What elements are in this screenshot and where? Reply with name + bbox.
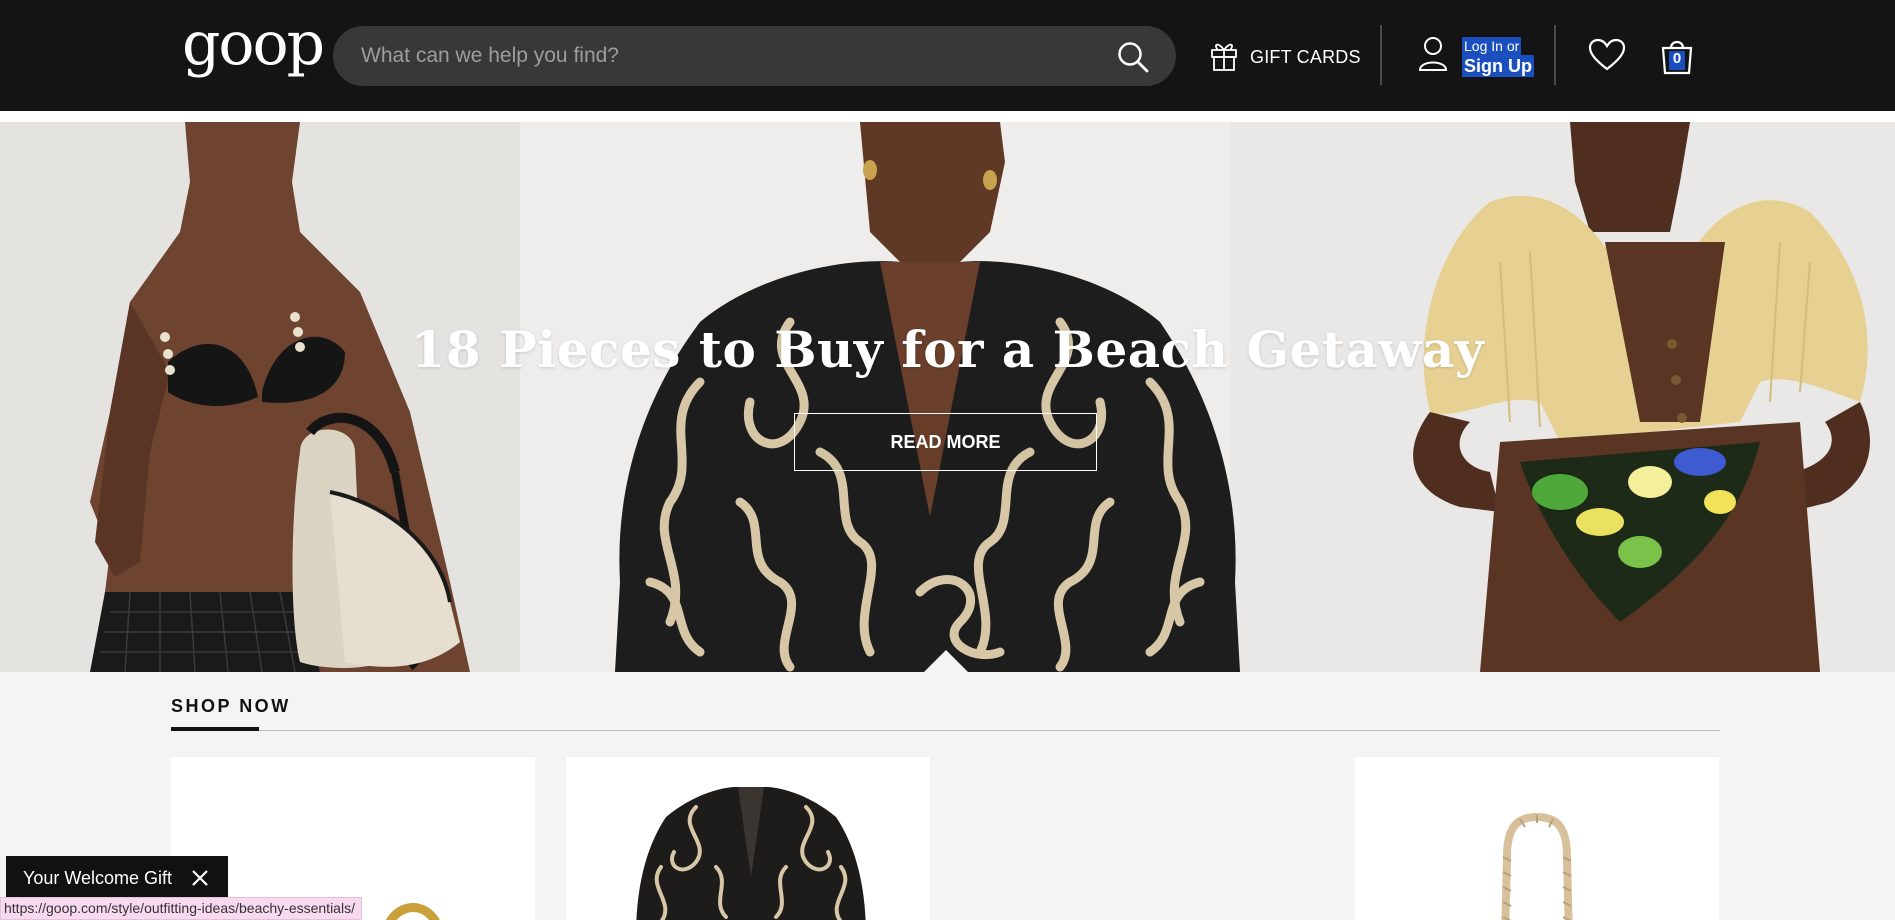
product-card[interactable] bbox=[566, 757, 930, 920]
signup-label[interactable]: Sign Up bbox=[1462, 54, 1534, 77]
product-image bbox=[1501, 812, 1573, 920]
goop-logo[interactable]: goop bbox=[182, 14, 325, 74]
heart-icon[interactable] bbox=[1588, 38, 1626, 72]
header-divider bbox=[1380, 25, 1382, 85]
user-icon bbox=[1418, 36, 1448, 77]
gift-cards-label: GIFT CARDS bbox=[1250, 46, 1361, 67]
hero-indicator bbox=[924, 650, 968, 672]
shop-heading-underline bbox=[171, 727, 259, 731]
read-more-button[interactable]: READ MORE bbox=[794, 413, 1097, 471]
product-card[interactable] bbox=[1355, 757, 1719, 920]
product-image bbox=[636, 787, 866, 920]
welcome-gift-label[interactable]: Your Welcome Gift bbox=[23, 868, 172, 889]
link-status-bar: https://goop.com/style/outfitting-ideas/… bbox=[0, 897, 362, 920]
login-label[interactable]: Log In or bbox=[1462, 36, 1522, 55]
account-text: Log In or Sign Up bbox=[1462, 36, 1534, 77]
gift-icon bbox=[1210, 39, 1238, 76]
search-icon[interactable] bbox=[1116, 40, 1150, 74]
hero-image bbox=[0, 122, 1895, 672]
site-header: goop GIFT CARDS bbox=[0, 0, 1895, 111]
shop-divider bbox=[171, 730, 1720, 731]
account-link[interactable]: Log In or Sign Up bbox=[1418, 36, 1534, 77]
bag-icon[interactable]: 0 bbox=[1660, 38, 1694, 76]
search-input[interactable] bbox=[361, 26, 1101, 86]
cart-count: 0 bbox=[1672, 50, 1682, 67]
shop-now-heading: SHOP NOW bbox=[171, 696, 291, 716]
header-divider bbox=[1554, 25, 1556, 85]
welcome-gift-banner[interactable]: Your Welcome Gift bbox=[6, 856, 228, 900]
gift-cards-link[interactable]: GIFT CARDS bbox=[1210, 40, 1361, 74]
hero-banner[interactable]: 18 Pieces to Buy for a Beach Getaway REA… bbox=[0, 122, 1895, 672]
header-strip bbox=[0, 111, 1895, 122]
hero-title[interactable]: 18 Pieces to Buy for a Beach Getaway bbox=[0, 320, 1895, 379]
close-icon[interactable] bbox=[192, 870, 208, 886]
search-bar bbox=[333, 26, 1176, 86]
